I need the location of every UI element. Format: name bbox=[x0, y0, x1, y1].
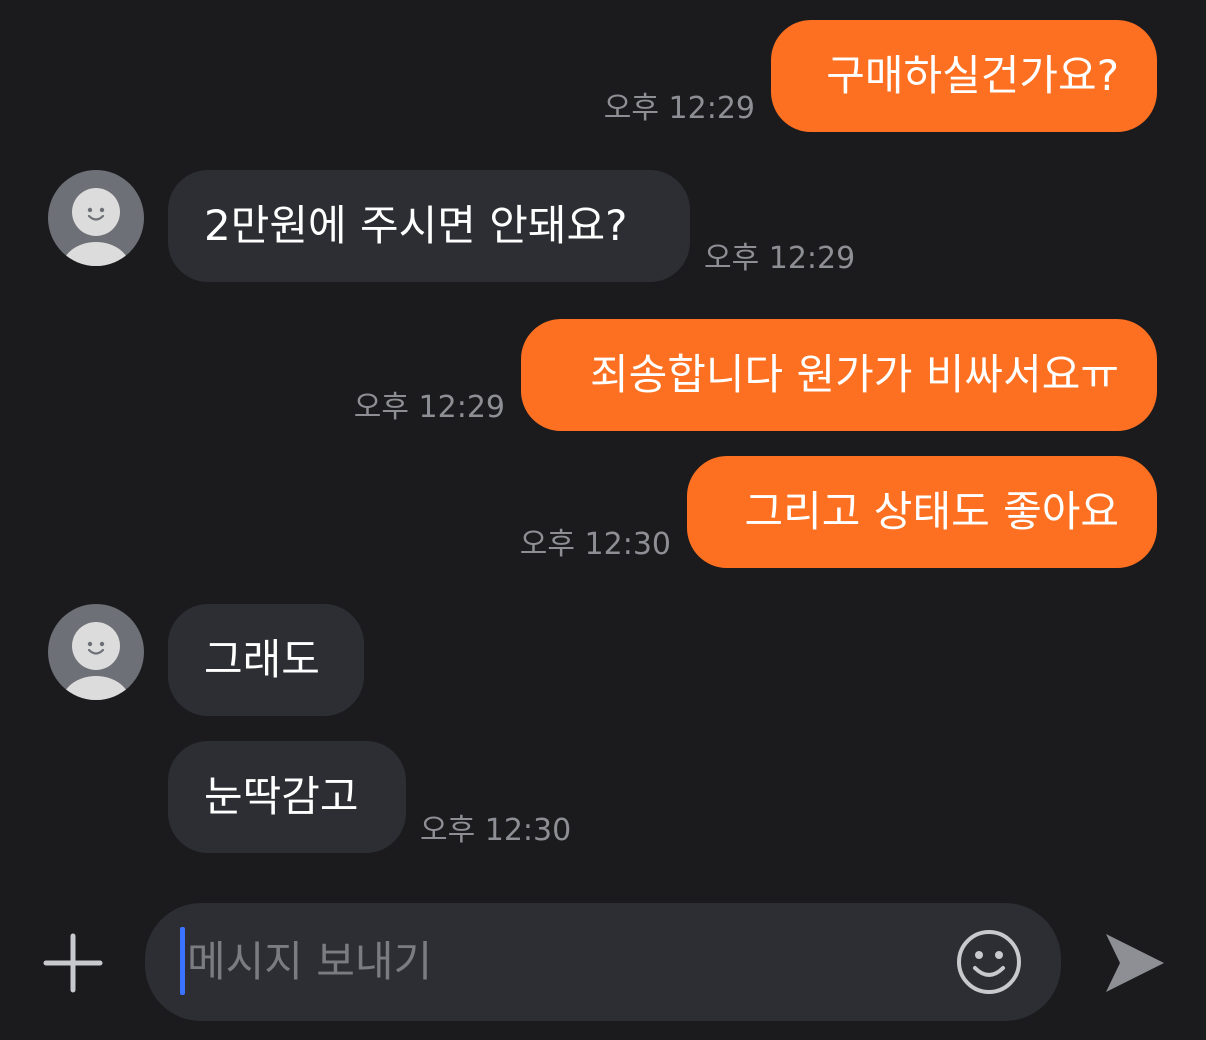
outgoing-message-bubble[interactable]: 죄송합니다 원가가 비싸서요ㅠ bbox=[521, 319, 1157, 431]
send-icon bbox=[1106, 934, 1164, 992]
message-timestamp: 오후 12:29 bbox=[704, 241, 856, 276]
avatar[interactable] bbox=[48, 604, 144, 700]
message-input-placeholder: 메시지 보내기 bbox=[187, 937, 433, 986]
message-timestamp: 오후 12:29 bbox=[353, 390, 505, 425]
incoming-message-bubble[interactable]: 그래도 bbox=[168, 604, 364, 716]
outgoing-message-bubble[interactable]: 구매하실건가요? bbox=[771, 20, 1157, 132]
message-timestamp: 오후 12:30 bbox=[519, 527, 671, 562]
attach-button[interactable] bbox=[40, 930, 106, 996]
message-input[interactable]: 메시지 보내기 bbox=[145, 903, 1061, 1021]
emoji-button[interactable] bbox=[955, 928, 1023, 996]
message-timestamp: 오후 12:29 bbox=[603, 91, 755, 126]
plus-icon bbox=[43, 933, 103, 993]
send-button[interactable] bbox=[1098, 928, 1168, 998]
outgoing-message-bubble[interactable]: 그리고 상태도 좋아요 bbox=[687, 456, 1157, 568]
avatar[interactable] bbox=[48, 170, 144, 266]
user-avatar-icon bbox=[62, 188, 130, 266]
chat-screen: 구매하실건가요? 오후 12:29 2만원에 주시면 안돼요? 오후 12:29… bbox=[0, 0, 1206, 1040]
incoming-message-bubble[interactable]: 눈딱감고 bbox=[168, 741, 406, 853]
text-caret bbox=[180, 927, 185, 995]
user-avatar-icon bbox=[62, 622, 130, 700]
incoming-message-bubble[interactable]: 2만원에 주시면 안돼요? bbox=[168, 170, 690, 282]
smiley-icon bbox=[957, 930, 1021, 994]
message-timestamp: 오후 12:30 bbox=[420, 813, 572, 848]
